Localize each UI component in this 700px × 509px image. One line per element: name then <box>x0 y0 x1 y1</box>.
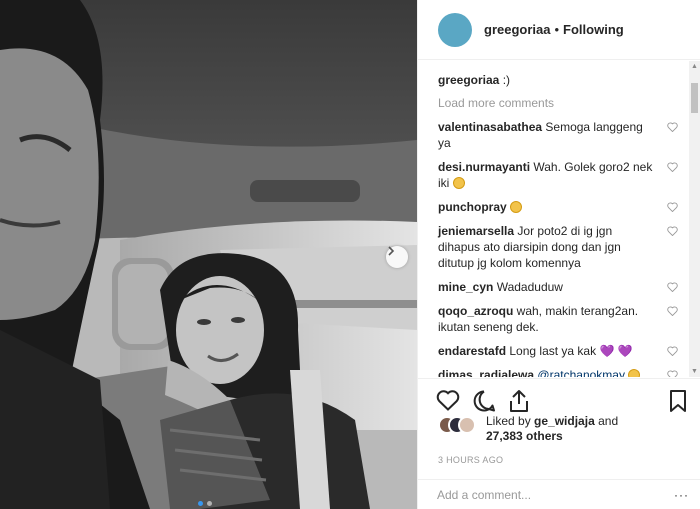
comment-like-heart-icon[interactable] <box>667 282 678 292</box>
worried-face-icon <box>452 177 465 189</box>
more-options-icon[interactable]: ··· <box>674 488 689 502</box>
post-actions-bar <box>418 378 700 418</box>
comment-like-heart-icon[interactable] <box>667 226 678 236</box>
heart-outline-icon[interactable] <box>436 389 460 411</box>
likes-summary: Liked by ge_widjaja and 27,383 others <box>438 414 698 444</box>
caption-username[interactable]: greegoriaa <box>438 73 499 87</box>
comment-item: dimas_radjalewa @ratchanokmay <box>438 367 690 377</box>
comment-text: Wadaduduw <box>496 280 563 294</box>
author-avatar[interactable] <box>438 12 472 47</box>
comment-username[interactable]: jeniemarsella <box>438 224 514 238</box>
comment-item: punchopray <box>438 199 690 215</box>
comment-username[interactable]: dimas_radjalewa <box>438 368 534 377</box>
header-separator: • <box>554 22 560 37</box>
post-timestamp[interactable]: 3 HOURS AGO <box>438 455 503 465</box>
comment-mention-link[interactable]: @ratchanokmay <box>537 368 625 377</box>
scrollbar-thumb[interactable] <box>691 83 698 113</box>
comment-text: Long last ya kak <box>509 344 597 358</box>
following-button[interactable]: Following <box>563 22 624 37</box>
comment-username[interactable]: mine_cyn <box>438 280 493 294</box>
comment-item: jeniemarsella Jor poto2 di ig jgn dihapu… <box>438 223 690 271</box>
comment-item: endarestafd Long last ya kak 💜 💜 <box>438 343 690 359</box>
comments-scrollbar[interactable]: ▲ ▼ <box>689 61 700 377</box>
liker-username[interactable]: ge_widjaja <box>534 414 595 428</box>
chevron-right-icon <box>388 246 395 256</box>
comment-item: desi.nurmayanti Wah. Golek goro2 nek iki <box>438 159 690 191</box>
carousel-next-button[interactable] <box>386 246 408 268</box>
comment-like-heart-icon[interactable] <box>667 370 678 377</box>
speech-bubble-icon[interactable] <box>472 389 496 413</box>
carousel-dot-active <box>198 501 203 506</box>
add-comment-input[interactable] <box>437 487 657 502</box>
liker-avatars[interactable] <box>438 414 478 436</box>
bookmark-icon[interactable] <box>669 389 687 413</box>
comment-username[interactable]: punchopray <box>438 200 507 214</box>
share-upload-icon[interactable] <box>508 389 530 413</box>
likes-text: Liked by ge_widjaja and 27,383 others <box>486 414 618 444</box>
scroll-up-arrow-icon[interactable]: ▲ <box>689 61 700 72</box>
comments-list[interactable]: greegoriaa :) Load more comments valenti… <box>418 61 690 377</box>
post-header: greegoriaa • Following <box>418 0 700 60</box>
crying-face-icon <box>510 201 523 213</box>
likes-count[interactable]: 27,383 others <box>486 429 563 443</box>
add-comment-bar: ··· <box>418 479 700 509</box>
comment-like-heart-icon[interactable] <box>667 202 678 212</box>
liked-by-label: Liked by <box>486 414 531 428</box>
grinning-face-icon <box>628 369 641 377</box>
post-caption: greegoriaa :) <box>438 73 690 87</box>
comment-item: qoqo_azroqu wah, makin terang2an. ikutan… <box>438 303 690 335</box>
post-photo[interactable] <box>0 0 417 509</box>
comment-like-heart-icon[interactable] <box>667 162 678 172</box>
comment-like-heart-icon[interactable] <box>667 122 678 132</box>
post-side-panel: greegoriaa • Following greegoriaa :) Loa… <box>417 0 700 509</box>
comment-item: mine_cyn Wadaduduw <box>438 279 690 295</box>
likes-and-label: and <box>598 414 619 428</box>
load-more-comments-button[interactable]: Load more comments <box>438 96 690 110</box>
carousel-indicator <box>198 501 212 506</box>
comment-like-heart-icon[interactable] <box>667 306 678 316</box>
comment-username[interactable]: endarestafd <box>438 344 506 358</box>
liker-avatar[interactable] <box>458 416 476 434</box>
author-username[interactable]: greegoriaa <box>484 22 550 37</box>
comment-like-heart-icon[interactable] <box>667 346 678 356</box>
caption-text: :) <box>502 73 511 87</box>
comment-username[interactable]: desi.nurmayanti <box>438 160 530 174</box>
comment-username[interactable]: qoqo_azroqu <box>438 304 513 318</box>
scroll-down-arrow-icon[interactable]: ▼ <box>689 366 700 377</box>
carousel-dot <box>207 501 212 506</box>
comment-username[interactable]: valentinasabathea <box>438 120 542 134</box>
photo-image <box>0 0 417 509</box>
comment-item: valentinasabathea Semoga langgeng ya <box>438 119 690 151</box>
purple-heart-icon: 💜 💜 <box>599 344 633 358</box>
